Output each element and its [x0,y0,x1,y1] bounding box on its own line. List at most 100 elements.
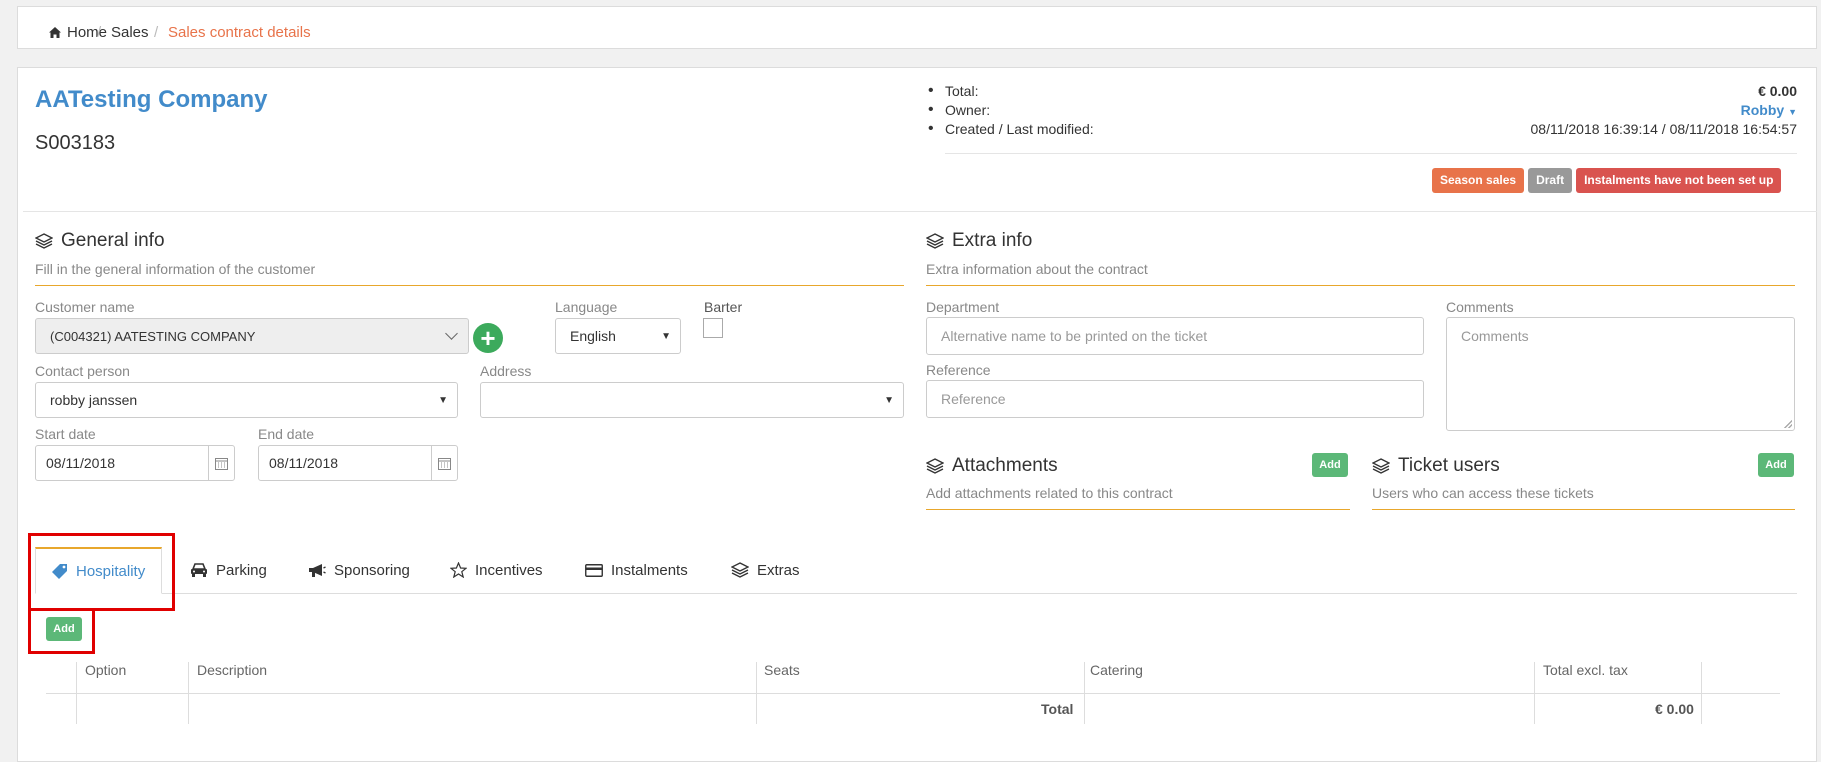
tab-incentives[interactable]: Incentives [450,547,543,593]
ticket-users-title: Ticket users [1372,455,1500,477]
chevron-down-icon [445,327,458,340]
ticket-users-title-text: Ticket users [1398,455,1500,476]
contact-person-value: robby janssen [50,392,138,408]
reference-label: Reference [926,362,991,378]
layers-icon [35,233,53,249]
breadcrumb: Home / Sales / Sales contract details [17,6,1817,49]
owner-row: Owner: Robby ▼ [925,101,1797,121]
extra-info-title-text: Extra info [952,230,1033,251]
add-customer-button[interactable]: + [473,323,503,353]
extra-info-subtitle: Extra information about the contract [926,261,1148,277]
layers-icon [731,562,749,578]
start-date-input[interactable]: 08/11/2018 [35,445,235,481]
department-placeholder: Alternative name to be printed on the ti… [941,328,1208,344]
table-total-label: Total [1041,701,1074,717]
plus-icon: + [480,323,496,353]
customer-name-select[interactable]: (C004321) AATESTING COMPANY [35,318,469,354]
tab-instalments-label: Instalments [611,561,688,579]
reference-placeholder: Reference [941,391,1006,407]
general-info-subtitle: Fill in the general information of the c… [35,261,316,277]
highlight-box-hospitality-tab [28,533,175,611]
credit-card-icon [585,563,603,577]
tab-parking-label: Parking [216,561,267,579]
start-date-label: Start date [35,426,96,442]
contract-number: S003183 [35,132,116,154]
season-sales-badge: Season sales [1432,168,1525,193]
ticket-users-subtitle: Users who can access these tickets [1372,485,1594,501]
add-ticket-user-button[interactable]: Add [1758,453,1794,477]
end-date-value: 08/11/2018 [269,455,339,471]
end-date-input[interactable]: 08/11/2018 [258,445,458,481]
tab-sponsoring[interactable]: Sponsoring [308,547,410,593]
department-label: Department [926,299,1000,315]
start-date-value: 08/11/2018 [46,455,116,471]
divider [23,211,1817,212]
status-badges: Season sales Draft Instalments have not … [1432,168,1782,193]
total-row: Total: € 0.00 [925,82,1797,102]
total-value: € 0.00 [1758,83,1797,99]
attachments-title: Attachments [926,455,1058,477]
address-label: Address [480,363,532,379]
language-select[interactable]: English ▼ [555,318,681,354]
customer-name-label: Customer name [35,299,135,315]
comments-placeholder: Comments [1461,328,1529,344]
calendar-button[interactable] [431,446,457,480]
department-input[interactable]: Alternative name to be printed on the ti… [926,317,1424,355]
add-attachment-button[interactable]: Add [1312,453,1348,477]
address-select[interactable]: ▼ [480,382,904,418]
attachments-title-text: Attachments [952,455,1058,476]
table-total-value: € 0.00 [1655,701,1694,717]
barter-label: Barter [704,299,743,315]
total-label: Total: [945,83,979,99]
home-icon [49,27,61,38]
breadcrumb-sales[interactable]: Sales [111,24,149,41]
contract-summary: Total: € 0.00 Owner: Robby ▼ Created / L… [925,82,1798,140]
language-value: English [570,328,616,344]
caret-down-icon: ▼ [884,394,894,406]
column-header-seats: Seats [764,662,800,678]
column-header-option: Option [85,662,127,678]
divider [945,153,1797,154]
column-header-catering: Catering [1090,662,1143,678]
owner-dropdown[interactable]: Robby ▼ [1741,102,1797,118]
layers-icon [1372,458,1390,474]
language-label: Language [555,299,618,315]
breadcrumb-separator: / [154,24,159,41]
calendar-button[interactable] [208,446,234,480]
barter-checkbox[interactable] [703,318,723,338]
star-icon [450,562,467,578]
calendar-icon [215,457,228,470]
created-value: 08/11/2018 16:39:14 / 08/11/2018 16:54:5… [1530,121,1798,137]
tab-instalments[interactable]: Instalments [585,547,688,593]
tabs-divider [35,593,1797,594]
general-info-title-text: General info [61,230,165,251]
tab-extras[interactable]: Extras [731,547,800,593]
owner-value: Robby [1740,102,1785,118]
draft-badge: Draft [1528,168,1573,193]
tab-parking[interactable]: Parking [190,547,267,593]
section-underline [35,285,904,286]
reference-input[interactable]: Reference [926,380,1424,418]
company-name[interactable]: AATesting Company [35,86,267,114]
megaphone-icon [309,563,326,577]
tab-sponsoring-label: Sponsoring [334,561,410,579]
breadcrumb-current: Sales contract details [168,24,311,41]
resize-handle-icon[interactable] [1784,420,1792,428]
section-underline [926,285,1795,286]
tab-extras-label: Extras [757,561,800,579]
contact-person-select[interactable]: robby janssen ▼ [35,382,458,418]
general-info-title: General info [35,230,165,252]
column-header-total-excl-tax: Total excl. tax [1543,662,1628,678]
comments-textarea[interactable]: Comments [1446,317,1795,431]
car-icon [191,563,207,577]
instalments-badge: Instalments have not been set up [1576,168,1782,193]
tab-incentives-label: Incentives [475,561,543,579]
caret-down-icon: ▼ [1788,107,1797,117]
created-label: Created / Last modified: [945,121,1094,137]
layers-icon [926,233,944,249]
owner-label: Owner: [945,102,991,118]
section-underline [1372,509,1795,510]
breadcrumb-separator: / [97,24,102,41]
end-date-label: End date [258,426,315,442]
highlight-box-add-button [28,608,95,654]
